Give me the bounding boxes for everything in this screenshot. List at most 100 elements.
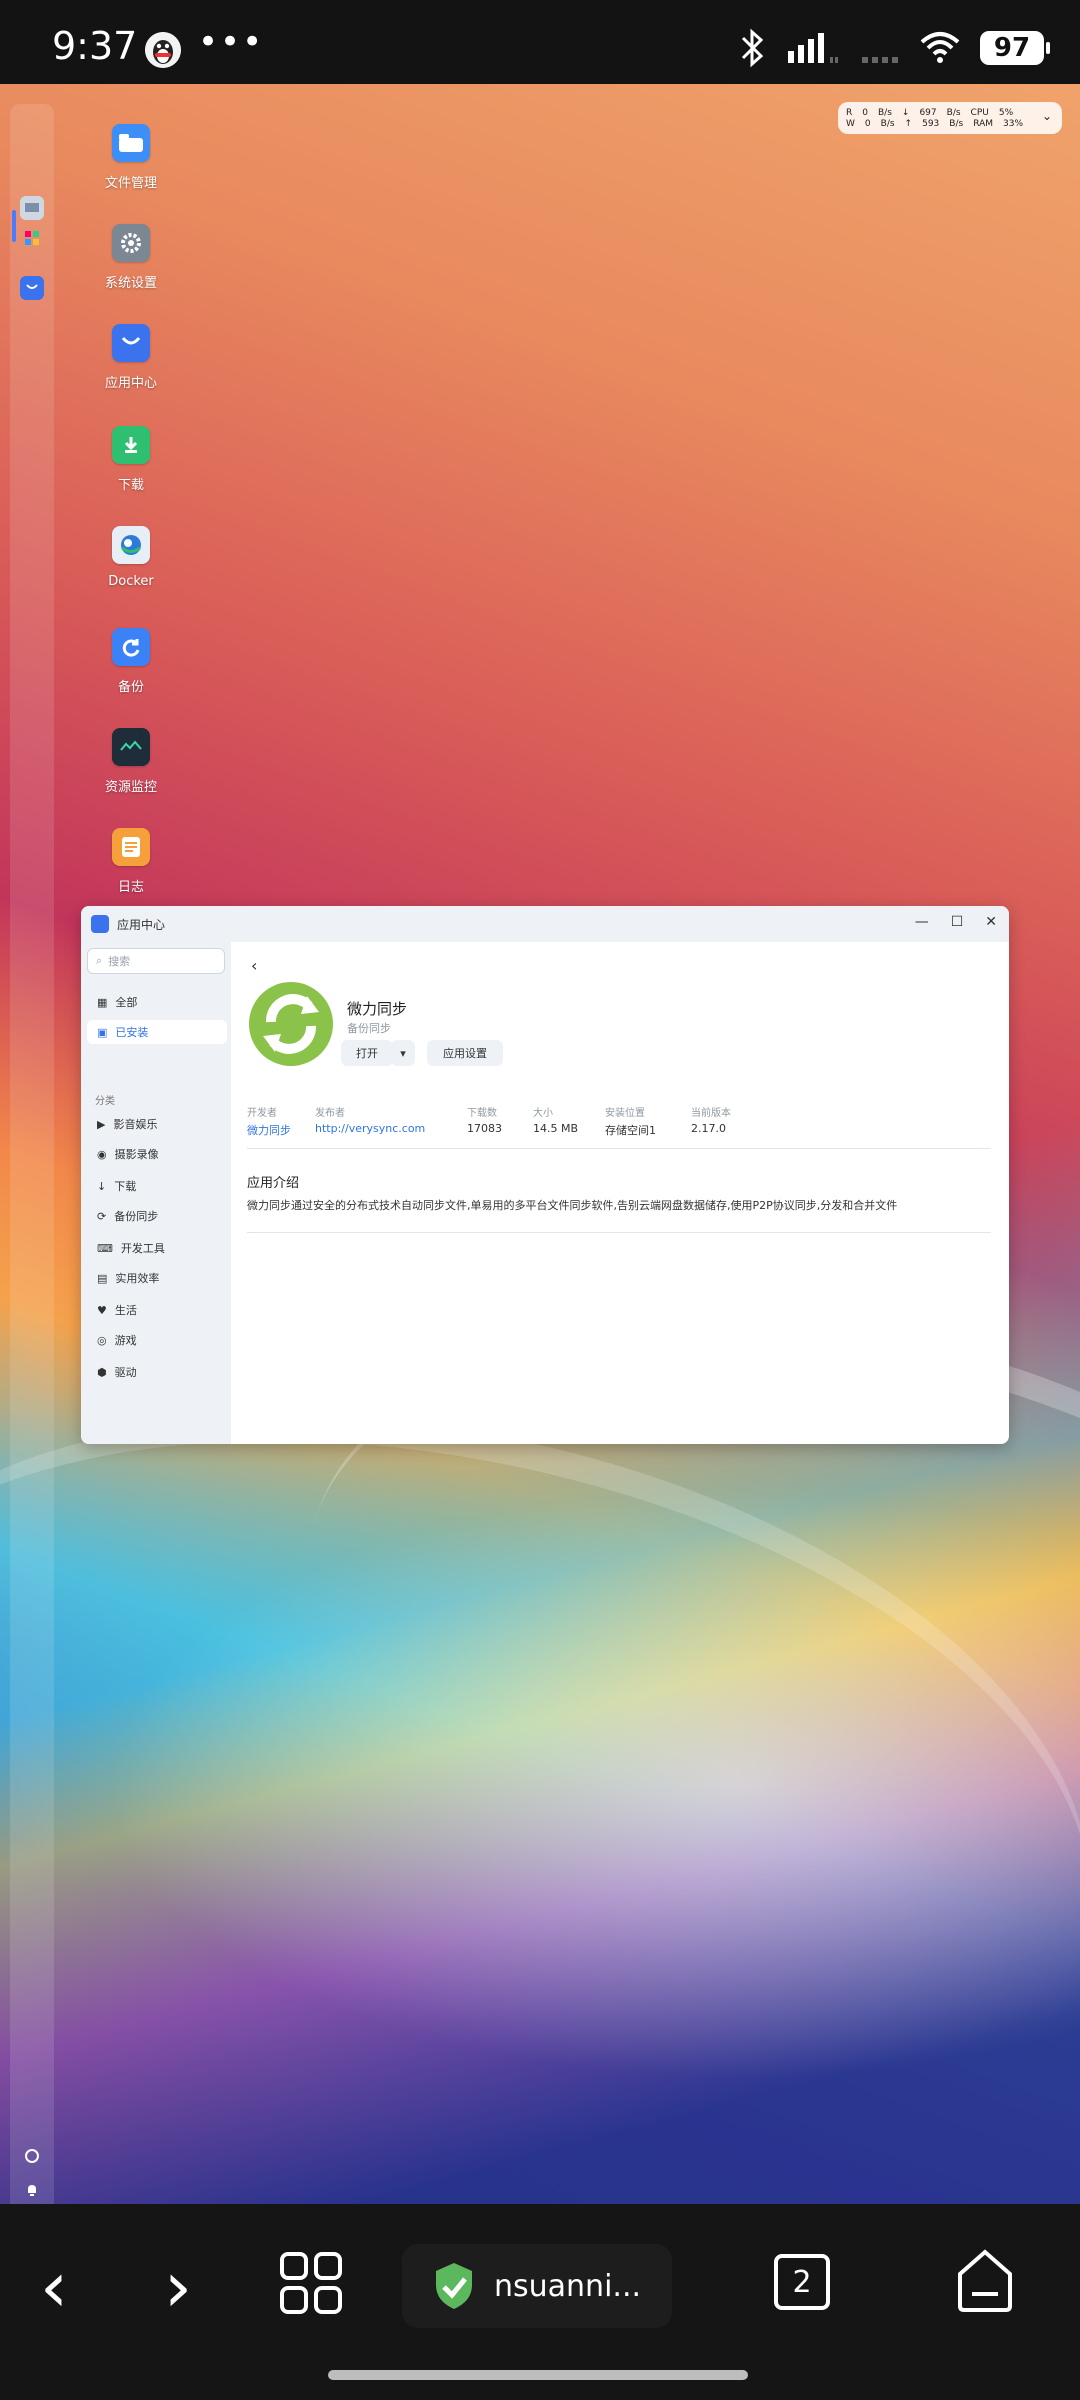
toolbox-icon: ▤ <box>97 1271 108 1285</box>
home-indicator[interactable] <box>328 2370 748 2380</box>
dock-settings-icon[interactable] <box>20 2144 44 2168</box>
nav-item-category[interactable]: ▶ 影音娱乐 <box>87 1112 227 1136</box>
search-input[interactable]: ⌕ 搜索 <box>87 948 225 974</box>
nav-item-category[interactable]: ⌨ 开发工具 <box>87 1236 227 1260</box>
maximize-icon[interactable]: ☐ <box>951 914 964 930</box>
desktop-icon-settings[interactable]: 系统设置 <box>76 224 186 291</box>
desktop-icon-file-manager[interactable]: 文件管理 <box>76 124 186 191</box>
minimize-icon[interactable]: — <box>915 914 929 930</box>
divider <box>247 1232 991 1233</box>
app-detail-panel: ‹ 微力同步 备份同步 打开 ▾ 应用设置 开发者 发布者 下载数 大小 安装位… <box>231 942 1009 1444</box>
monitor-icon <box>112 728 150 766</box>
signal2-icon <box>862 57 898 63</box>
meta-label-publisher: 发布者 <box>315 1108 345 1119</box>
signal-icon <box>788 33 838 63</box>
desktop-icon-label: Docker <box>108 574 154 589</box>
window-titlebar[interactable]: 应用中心 — ☐ ✕ <box>81 906 1009 942</box>
camera-icon: ◉ <box>97 1147 107 1161</box>
net-unit: B/s <box>946 108 961 118</box>
ram-value: 33% <box>1003 119 1024 129</box>
nav-item-category[interactable]: ▤ 实用效率 <box>87 1266 227 1290</box>
installed-icon: ▣ <box>97 1025 108 1039</box>
desktop-icon-label: 应用中心 <box>104 376 157 391</box>
desktop-icon-label: 备份 <box>117 680 144 695</box>
task-label: nsuanni... <box>494 2268 642 2304</box>
nav-label: 摄影录像 <box>114 1148 159 1161</box>
nav-item-installed[interactable]: ▣ 已安装 <box>87 1020 227 1044</box>
close-icon[interactable]: ✕ <box>985 914 997 930</box>
nav-section-label: 分类 <box>95 1096 115 1107</box>
speed2: 593 <box>922 119 940 129</box>
developer-link[interactable]: 微力同步 <box>247 1122 291 1138</box>
forward-nav-button[interactable]: › <box>164 2246 192 2328</box>
status-time: 9:37 <box>52 24 138 68</box>
active-task-pill[interactable]: nsuanni... <box>402 2244 672 2328</box>
chevron-down-icon[interactable]: ⌄ <box>1042 109 1052 123</box>
code-icon: ⌨ <box>97 1241 113 1255</box>
meta-label-downloads: 下载数 <box>467 1108 497 1119</box>
nav-label: 影音娱乐 <box>113 1118 158 1131</box>
chevron-down-icon: ▾ <box>400 1046 406 1060</box>
app-center-window[interactable]: 应用中心 — ☐ ✕ ⌕ 搜索 ▦ 全部 ▣ 已安装 分类 ▶ 影音娱乐 ◉ 摄… <box>81 906 1009 1444</box>
nav-label: 开发工具 <box>120 1242 165 1255</box>
search-placeholder: 搜索 <box>108 955 131 968</box>
gear-icon <box>112 224 150 262</box>
version-value: 2.17.0 <box>691 1122 726 1135</box>
nav-label: 已安装 <box>115 1026 149 1039</box>
speed1: 697 <box>919 108 937 118</box>
intro-text: 微力同步通过安全的分布式技术自动同步文件,单易用的多平台文件同步软件,告别云端网… <box>247 1199 898 1212</box>
status-right: 97 <box>736 28 1050 68</box>
divider <box>247 1148 991 1149</box>
desktop-icon[interactable] <box>20 196 44 220</box>
nav-label: 生活 <box>114 1304 137 1317</box>
network-monitor-widget[interactable]: R 0 B/s ↓ 697 B/s CPU 5% W 0 B/s ↑ 593 B… <box>838 102 1062 134</box>
net-rx-label: R <box>846 108 853 118</box>
desktop-icon-label: 资源监控 <box>104 780 157 795</box>
nav-item-category[interactable]: ↓ 下载 <box>87 1174 227 1198</box>
desktop-icon-app-center[interactable]: 应用中心 <box>76 324 186 391</box>
life-icon: ♥ <box>97 1303 107 1317</box>
desktop-icon-docker[interactable]: Docker <box>76 526 186 589</box>
app-center-sidebar: ⌕ 搜索 ▦ 全部 ▣ 已安装 分类 ▶ 影音娱乐 ◉ 摄影录像 ↓ 下载 ⟳ … <box>81 942 231 1444</box>
desktop-icon-download[interactable]: 下载 <box>76 426 186 493</box>
app-grid-icon[interactable] <box>278 2250 344 2320</box>
bluetooth-icon <box>741 28 764 68</box>
open-button[interactable]: 打开 <box>341 1040 393 1066</box>
wifi-icon <box>920 32 960 63</box>
tabs-count-button[interactable]: 2 <box>774 2254 830 2310</box>
net-row-1: R 0 B/s ↓ 697 B/s CPU 5% <box>846 108 1013 118</box>
app-category: 备份同步 <box>347 1022 391 1035</box>
notification-icon[interactable] <box>20 2178 44 2202</box>
window-title: 应用中心 <box>117 917 166 932</box>
publisher-link[interactable]: http://verysync.com <box>315 1122 425 1135</box>
desktop-icon-resource-monitor[interactable]: 资源监控 <box>76 728 186 795</box>
app-center-icon <box>91 915 109 933</box>
meta-label-size: 大小 <box>533 1108 553 1119</box>
qq-penguin-icon <box>145 32 181 68</box>
more-icon: ••• <box>198 22 265 62</box>
app-center-dock-icon[interactable] <box>20 276 44 300</box>
nav-label: 实用效率 <box>115 1272 160 1285</box>
nav-item-category[interactable]: ⟳ 备份同步 <box>87 1204 227 1228</box>
open-label: 打开 <box>356 1047 378 1060</box>
home-icon[interactable] <box>954 2248 1016 2318</box>
nav-item-all[interactable]: ▦ 全部 <box>87 990 227 1014</box>
nav-item-category[interactable]: ◎ 游戏 <box>87 1328 227 1352</box>
back-nav-button[interactable]: ‹ <box>40 2246 68 2328</box>
verysync-logo-icon <box>249 982 333 1066</box>
desktop-icon-log[interactable]: 日志 <box>76 828 186 895</box>
desktop[interactable]: R 0 B/s ↓ 697 B/s CPU 5% W 0 B/s ↑ 593 B… <box>0 84 1080 2204</box>
back-button[interactable]: ‹ <box>251 956 257 975</box>
game-icon: ◎ <box>97 1333 107 1347</box>
nav-item-category[interactable]: ◉ 摄影录像 <box>87 1142 227 1166</box>
log-icon <box>112 828 150 866</box>
app-settings-button[interactable]: 应用设置 <box>427 1040 503 1066</box>
apps-grid-icon[interactable] <box>20 226 44 250</box>
tabs-count: 2 <box>792 2264 812 2300</box>
nav-item-category[interactable]: ♥ 生活 <box>87 1298 227 1322</box>
open-dropdown-button[interactable]: ▾ <box>391 1040 415 1066</box>
driver-icon: ⬢ <box>97 1365 107 1379</box>
desktop-icon-backup[interactable]: 备份 <box>76 628 186 695</box>
download-icon <box>112 426 150 464</box>
nav-item-category[interactable]: ⬢ 驱动 <box>87 1360 227 1384</box>
